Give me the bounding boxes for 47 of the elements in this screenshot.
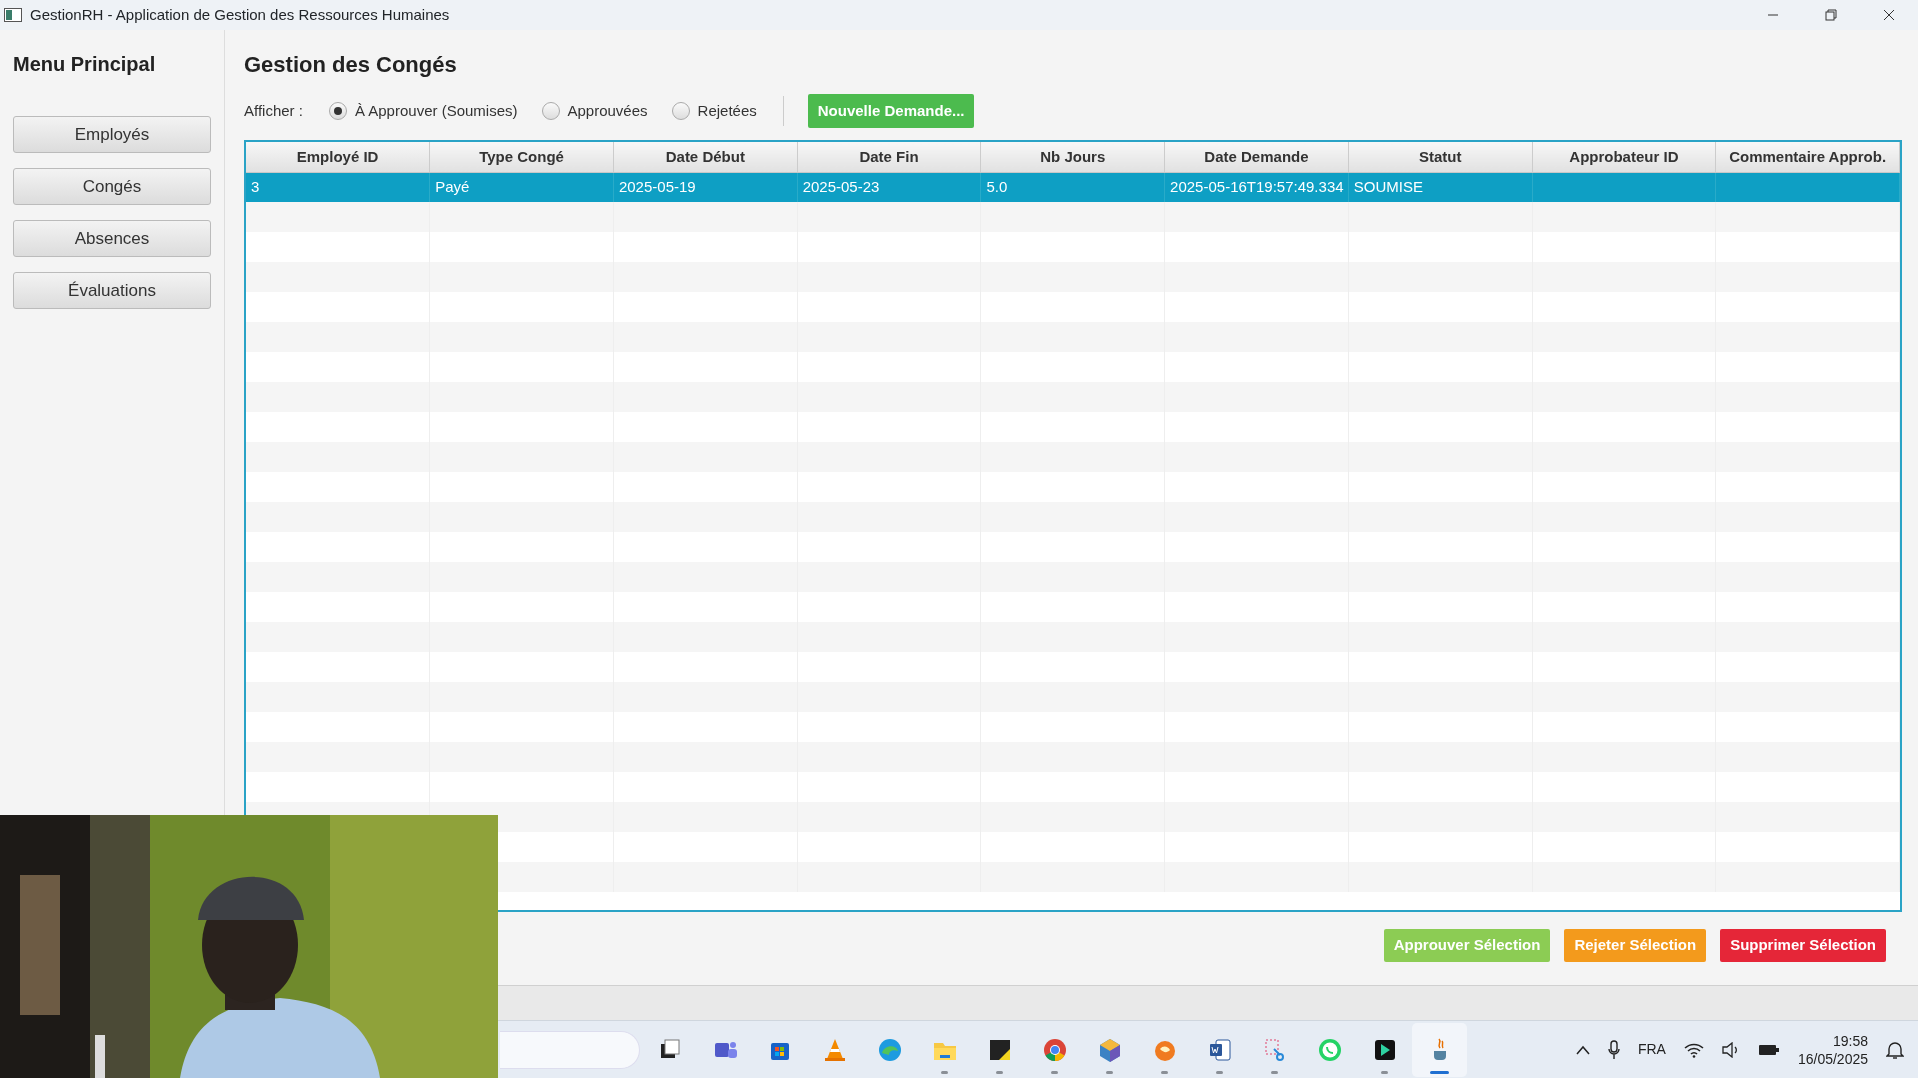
clock-time[interactable]: 19:58 <box>1797 1031 1868 1050</box>
table-cell: SOUMISE <box>1353 178 1423 196</box>
chrome-icon <box>1041 1036 1068 1063</box>
close-icon <box>1883 9 1895 21</box>
radio-label[interactable]: Approuvées <box>567 100 648 123</box>
swirl-icon <box>876 1036 903 1063</box>
sidebar-button[interactable]: Évaluations <box>13 272 211 309</box>
column-header[interactable]: Type Congé <box>429 142 614 173</box>
column-header[interactable]: Approbateur ID <box>1532 142 1716 173</box>
filter-label: Afficher : <box>244 101 303 122</box>
chat-bubble-icon <box>1316 1036 1343 1063</box>
notification-bell-icon[interactable] <box>1886 1040 1904 1059</box>
chevron-up-icon[interactable] <box>1575 1044 1590 1055</box>
delete-button[interactable]: Supprimer Sélection <box>1720 928 1886 962</box>
sidebar-title: Menu Principal <box>13 52 157 76</box>
microphone-icon[interactable] <box>1607 1039 1620 1060</box>
radio-label[interactable]: Rejetées <box>697 100 757 123</box>
column-header[interactable]: Commentaire Approb. <box>1715 142 1900 173</box>
table-cell: 5.0 <box>986 178 1008 196</box>
radio-button[interactable] <box>328 102 347 121</box>
radio-button[interactable] <box>541 102 560 121</box>
sidebar-button[interactable]: Employés <box>13 116 211 153</box>
sidebar-button[interactable]: Congés <box>13 168 211 205</box>
column-header[interactable]: Date Demande <box>1164 142 1349 173</box>
radio-label[interactable]: À Approuver (Soumises) <box>354 100 518 123</box>
speaker-icon[interactable] <box>1721 1041 1740 1058</box>
table-cell: 2025-05-23 <box>802 178 880 196</box>
clock-date[interactable]: 16/05/2025 <box>1797 1049 1868 1068</box>
battery-icon[interactable] <box>1757 1042 1780 1057</box>
language-indicator[interactable]: FRA <box>1637 1039 1666 1060</box>
table-cell: 2025-05-19 <box>618 178 696 196</box>
table-cell: 3 <box>251 178 260 196</box>
search-field[interactable] <box>500 1030 640 1069</box>
column-header[interactable]: Date Début <box>613 142 798 173</box>
restore-icon <box>1825 9 1837 21</box>
column-header[interactable]: Employé ID <box>246 142 430 173</box>
table-cell: 2025-05-16T19:57:49.334 <box>1170 178 1344 196</box>
column-header[interactable]: Statut <box>1348 142 1533 173</box>
sidebar-button[interactable]: Absences <box>13 220 211 257</box>
window-title: GestionRH - Application de Gestion des Ressources Humaines <box>30 4 450 25</box>
radio-button[interactable] <box>671 102 690 121</box>
wifi-icon[interactable] <box>1683 1041 1704 1058</box>
column-header[interactable]: Nb Jours <box>980 142 1165 173</box>
app-icon <box>4 8 22 22</box>
column-header[interactable]: Date Fin <box>797 142 981 173</box>
table-cell: Payé <box>435 178 470 196</box>
page-title: Gestion des Congés <box>244 52 458 79</box>
